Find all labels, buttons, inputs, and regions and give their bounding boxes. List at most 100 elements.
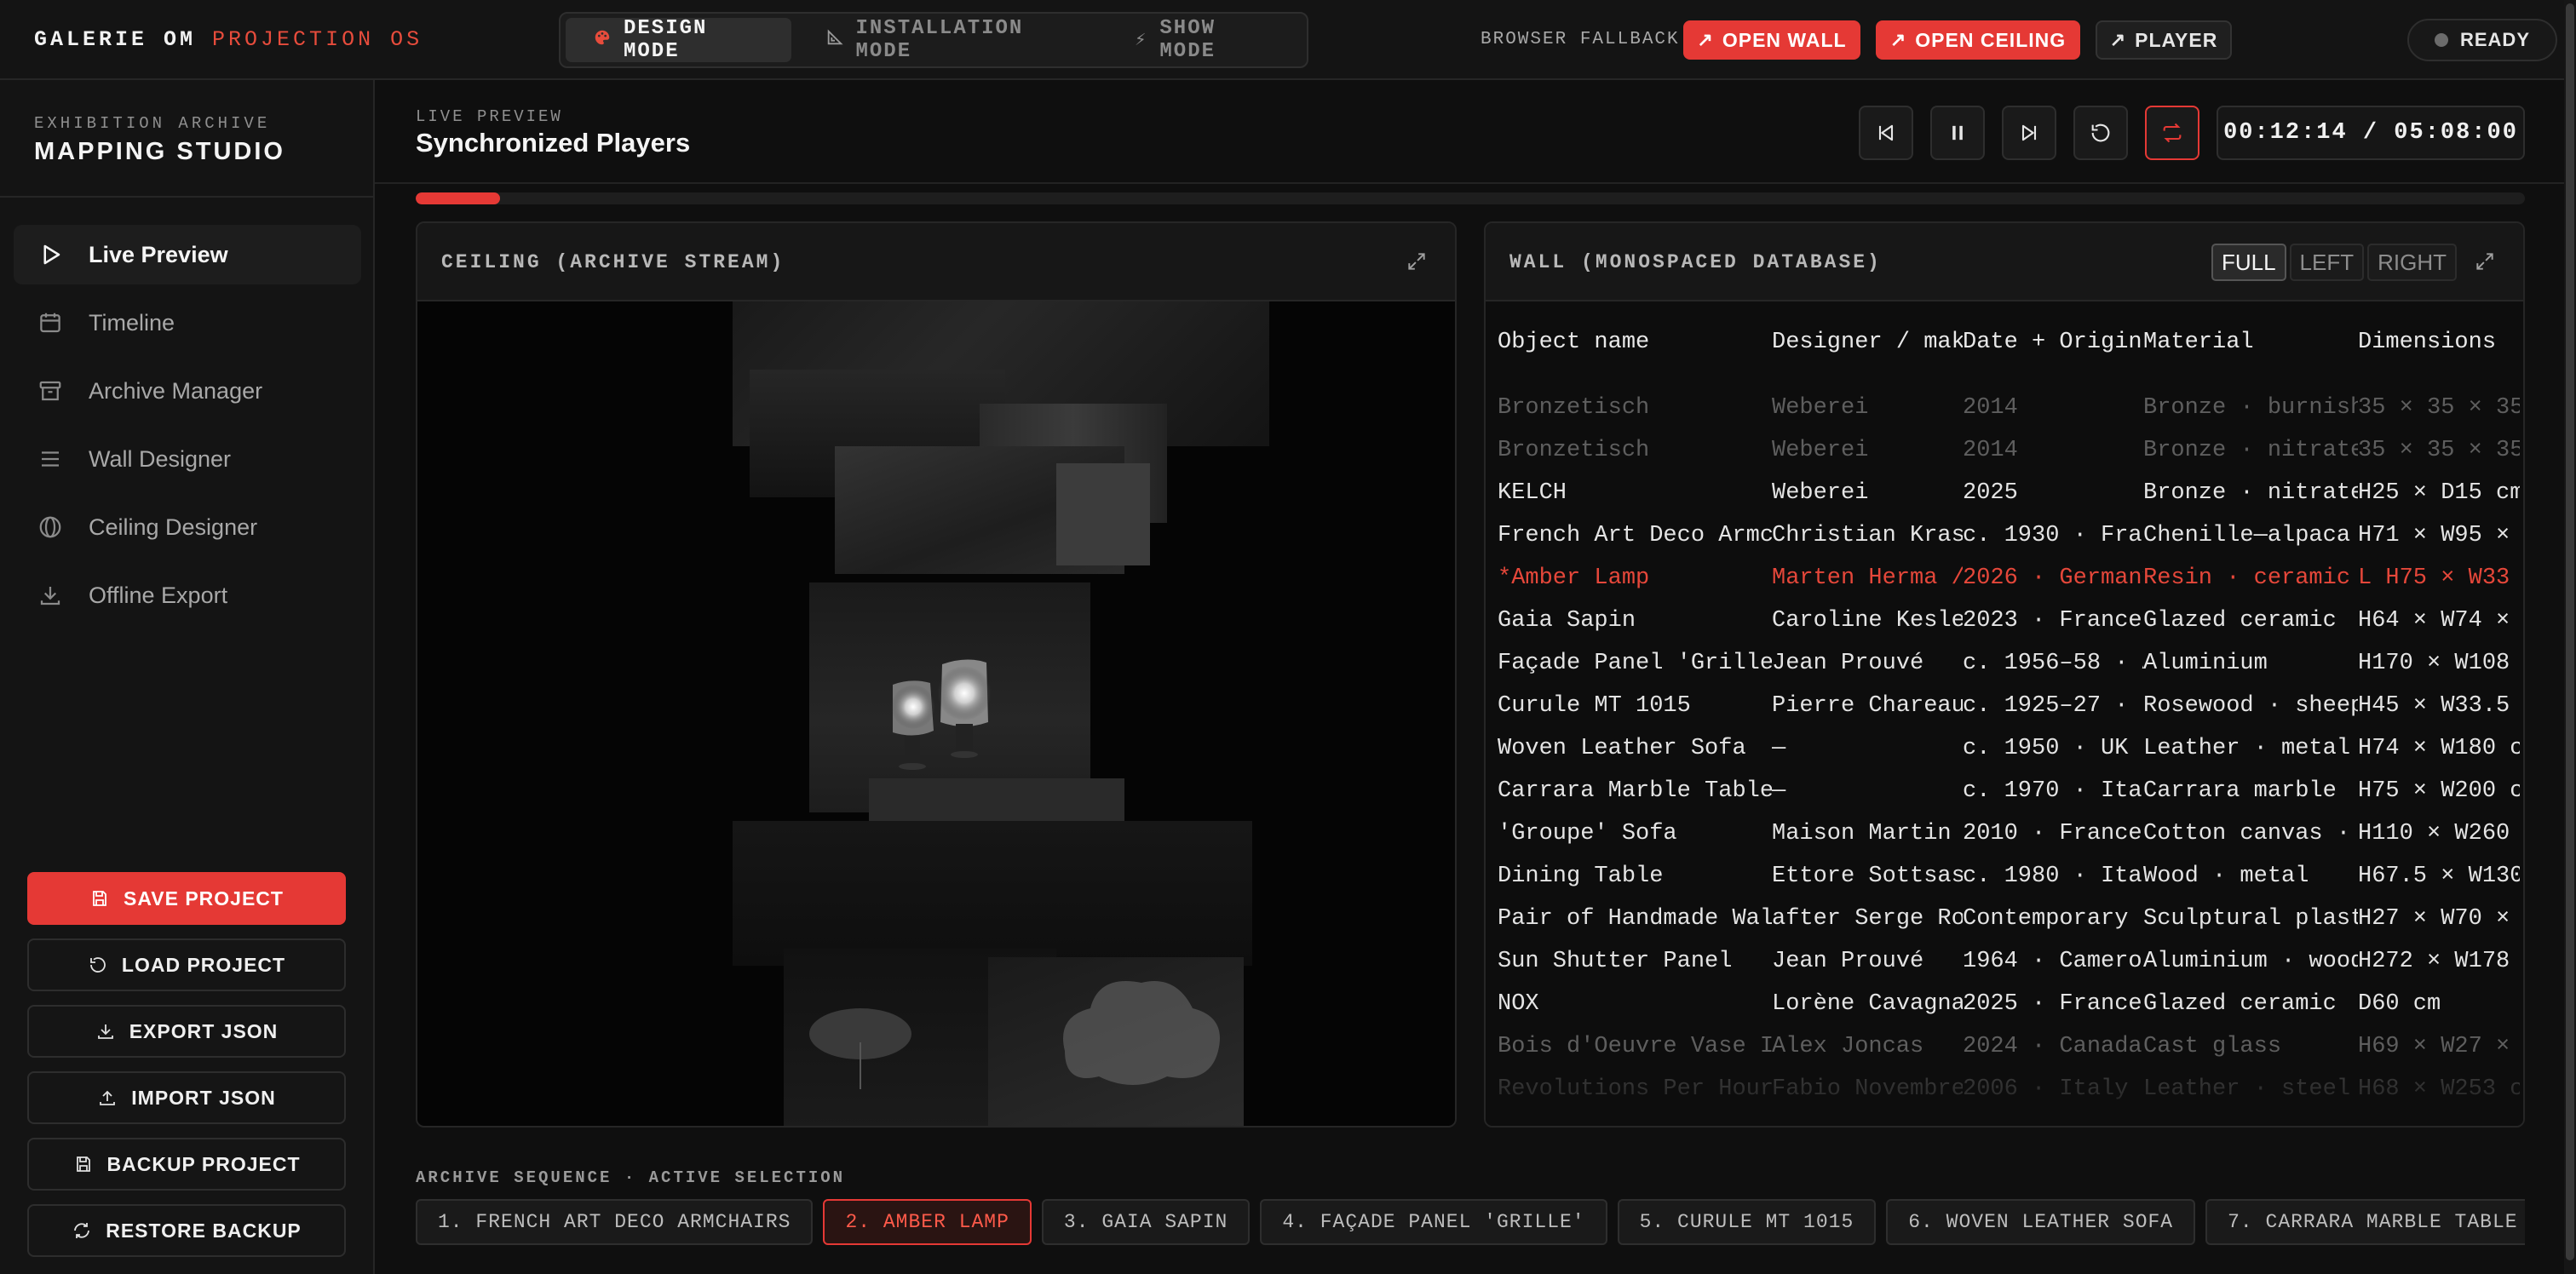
sequence-item[interactable]: 6. WOVEN LEATHER SOFA (1886, 1199, 2196, 1245)
table-cell: Weberei (1772, 438, 1869, 463)
table-row[interactable]: Curule MT 1015 Pierre Chareau c. 1925–27 ·… (1498, 685, 2523, 727)
sidebar-item-live-preview[interactable]: Live Preview (14, 225, 361, 284)
table-row[interactable]: Pair of Handmade Wallafter Serge RocheCo… (1498, 898, 2523, 940)
show-mode-label: SHOW MODE (1159, 17, 1216, 63)
save-project-button[interactable]: SAVE PROJECT (27, 872, 346, 925)
open-ceiling-button[interactable]: ↗ OPEN CEILING (1876, 20, 2080, 60)
wall-expand-button[interactable] (2470, 247, 2499, 276)
sequence-item[interactable]: 1. FRENCH ART DECO ARMCHAIRS (416, 1199, 814, 1245)
backup-project-button[interactable]: BACKUP PROJECT (27, 1138, 346, 1191)
table-row[interactable]: Bronzetisch Weberei 2014 Bronze · burnished… (1498, 387, 2523, 429)
table-row[interactable]: *Amber Lamp Marten Herma / 2026 · Germany… (1498, 557, 2523, 600)
ceiling-panel: CEILING (ARCHIVE STREAM) (416, 221, 1457, 1128)
restore-backup-button[interactable]: RESTORE BACKUP (27, 1204, 346, 1257)
backup-project-label: BACKUP PROJECT (106, 1152, 301, 1175)
load-project-button[interactable]: LOAD PROJECT (27, 938, 346, 991)
pause-button[interactable] (1930, 106, 1985, 160)
sequence-item[interactable]: 3. GAIA SAPIN (1041, 1199, 1251, 1245)
sidebar-item-label: Ceiling Designer (89, 514, 258, 540)
sidebar-nav: Live Preview Timeline Archive Manager Wa… (14, 225, 361, 634)
table-cell: D60 cm (2358, 991, 2441, 1017)
expand-icon (1408, 253, 1425, 270)
sidebar: EXHIBITION ARCHIVE MAPPING STUDIO Live P… (0, 80, 375, 1274)
table-cell: c. 1930 · France (1963, 523, 2143, 548)
browser-fallback-label: BROWSER FALLBACK: (1481, 30, 1693, 49)
import-json-button[interactable]: IMPORT JSON (27, 1071, 346, 1124)
table-cell: after Serge Roche (1772, 906, 1963, 932)
player-label: PLAYER (2135, 28, 2218, 51)
table-row[interactable]: Woven Leather Sofa — c. 1950 · UK Leather ·… (1498, 727, 2523, 770)
skip-back-button[interactable] (1859, 106, 1913, 160)
table-cell: — (1772, 778, 1786, 804)
segment-right-button[interactable]: RIGHT (2367, 244, 2457, 281)
ceiling-expand-button[interactable] (1402, 247, 1431, 276)
status-badge: READY (2407, 19, 2557, 61)
table-cell: 1964 · Cameroon (1963, 949, 2143, 974)
table-cell: H110 × W260 cm (2358, 821, 2520, 846)
table-row[interactable]: Carrara Marble Table— c. 1970 · ItalyCarr… (1498, 770, 2523, 812)
sequence-item[interactable]: 7. CARRARA MARBLE TABLE (2205, 1199, 2525, 1245)
table-cell: Maison Martin (1772, 821, 1952, 846)
brand-name: GALERIE OM (34, 27, 197, 52)
table-cell: Bronzetisch (1498, 395, 1650, 421)
table-row[interactable]: Dining Table Ettore Sottsass c. 1980 · Ita… (1498, 855, 2523, 898)
sidebar-item-archive-manager[interactable]: Archive Manager (14, 361, 361, 421)
table-cell: NOX (1498, 991, 1539, 1017)
table-cell: 2025 (1963, 480, 2018, 506)
table-cell: Bronze · burnished (2143, 395, 2358, 421)
wall-database-view: Object name Designer / maker Date + Orig… (1486, 301, 2523, 1126)
table-row[interactable]: Bronzetisch Weberei 2014 Bronze · nitrate 35… (1498, 429, 2523, 472)
save-project-label: SAVE PROJECT (124, 887, 284, 910)
export-json-button[interactable]: EXPORT JSON (27, 1005, 346, 1058)
lightning-icon: ⚡ (1135, 30, 1148, 51)
loop-toggle-button[interactable] (2145, 106, 2199, 160)
table-cell: H45 × W33.5 cm (2358, 693, 2520, 719)
design-mode-button[interactable]: DESIGN MODE (566, 17, 791, 63)
open-wall-button[interactable]: ↗ OPEN WALL (1683, 20, 1860, 60)
table-row[interactable]: Sun Shutter Panel Jean Prouvé 1964 · Camer… (1498, 940, 2523, 983)
scrollbar-thumb[interactable] (2566, 3, 2574, 1260)
design-mode-label: DESIGN MODE (624, 17, 708, 63)
show-mode-button[interactable]: ⚡ SHOW MODE (1107, 17, 1302, 63)
archive-collage-image (733, 301, 1269, 1126)
play-icon (43, 244, 60, 265)
main-eyebrow: LIVE PREVIEW (416, 107, 563, 126)
loop-icon (2163, 123, 2182, 143)
table-row[interactable]: French Art Deco ArmchairsChristian Krass… (1498, 514, 2523, 557)
sidebar-item-wall-designer[interactable]: Wall Designer (14, 429, 361, 489)
skip-forward-button[interactable] (2002, 106, 2056, 160)
player-button[interactable]: ↗ PLAYER (2096, 20, 2232, 60)
playback-progress-bar[interactable] (416, 192, 2525, 204)
sidebar-item-ceiling-designer[interactable]: Ceiling Designer (14, 497, 361, 557)
page-scrollbar[interactable] (2564, 0, 2576, 1274)
table-row[interactable]: NOX Lorène Cavagna 2025 · France Glazed cer… (1498, 983, 2523, 1025)
column-header: Dimensions (2358, 330, 2497, 355)
sequence-item[interactable]: 5. CURULE MT 1015 (1617, 1199, 1877, 1245)
table-cell: 2025 · France (1963, 991, 2142, 1017)
expand-icon (2476, 253, 2493, 270)
table-cell: Dining Table (1498, 864, 1664, 889)
sequence-item[interactable]: 2. AMBER LAMP (823, 1199, 1032, 1245)
segment-left-button[interactable]: LEFT (2289, 244, 2365, 281)
table-row[interactable]: Façade Panel 'Grille' Jean Prouvé c. 1956–… (1498, 642, 2523, 685)
table-cell: Cotton canvas · wood (2143, 821, 2358, 846)
wall-segment-switcher: FULL LEFT RIGHT (2211, 244, 2457, 281)
table-row[interactable]: 'Groupe' Sofa Maison Martin 2010 · France C… (1498, 812, 2523, 855)
sidebar-item-timeline[interactable]: Timeline (14, 293, 361, 353)
table-cell: Jean Prouvé (1772, 949, 1924, 974)
wall-fade-overlay (1486, 1049, 2523, 1126)
table-cell: H25 × D15 cm (2358, 480, 2520, 506)
installation-mode-button[interactable]: INSTALLATION MODE (798, 17, 1101, 63)
table-cell: 2023 · France (1963, 608, 2142, 634)
header-divider (375, 182, 2576, 184)
ceiling-panel-title: CEILING (ARCHIVE STREAM) (441, 251, 785, 273)
sequence-item[interactable]: 4. FAÇADE PANEL 'GRILLE' (1260, 1199, 1607, 1245)
table-row[interactable]: KELCH Weberei 2025 Bronze · nitrate H25 × D1… (1498, 472, 2523, 514)
segment-full-button[interactable]: FULL (2211, 244, 2286, 281)
download-icon (40, 587, 60, 605)
sidebar-item-offline-export[interactable]: Offline Export (14, 565, 361, 625)
table-cell: Woven Leather Sofa (1498, 736, 1746, 761)
table-cell: Ettore Sottsass (1772, 864, 1963, 889)
table-row[interactable]: Gaia Sapin Caroline Kesler 2023 · France Gl… (1498, 600, 2523, 642)
restart-button[interactable] (2073, 106, 2128, 160)
